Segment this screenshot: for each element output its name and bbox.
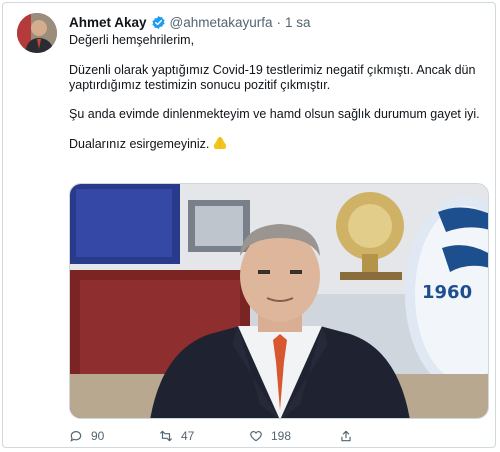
tweet-paragraph: Düzenli olarak yaptığımız Covid-19 testl… xyxy=(69,63,476,92)
praying-hands-icon xyxy=(212,136,228,154)
heart-icon xyxy=(250,431,262,442)
tweet-text: Değerli hemşehrilerim, Düzenli olarak ya… xyxy=(69,33,489,168)
verified-badge-icon xyxy=(151,15,166,30)
tweet-actions: 90 47 198 xyxy=(69,427,429,445)
tweet-paragraph: Değerli hemşehrilerim, xyxy=(69,33,195,47)
reply-button[interactable]: 90 xyxy=(69,429,159,443)
avatar[interactable] xyxy=(17,13,57,53)
retweet-icon xyxy=(160,430,172,442)
author-name[interactable]: Ahmet Akay xyxy=(69,15,147,30)
retweet-count: 47 xyxy=(181,429,195,443)
tweet-header: Ahmet Akay @ahmetakayurfa · 1 sa xyxy=(69,13,311,31)
like-count: 198 xyxy=(271,429,292,443)
author-handle[interactable]: @ahmetakayurfa xyxy=(170,15,273,30)
separator-dot: · xyxy=(276,14,282,30)
tweet-paragraph-text: Dualarınız esirgemeyiniz. xyxy=(69,137,210,151)
share-icon xyxy=(341,430,351,442)
tweet-timestamp[interactable]: 1 sa xyxy=(285,15,311,30)
tweet-paragraph: Şu anda evimde dinlenmekteyim ve hamd ol… xyxy=(69,107,480,121)
retweet-button[interactable]: 47 xyxy=(159,429,249,443)
like-button[interactable]: 198 xyxy=(249,429,339,443)
reply-count: 90 xyxy=(91,429,105,443)
reply-icon xyxy=(70,431,82,442)
tweet-photo[interactable]: 1960 xyxy=(69,183,489,419)
tweet-card: Ahmet Akay @ahmetakayurfa · 1 sa Değerli… xyxy=(2,2,496,448)
share-button[interactable] xyxy=(339,429,429,443)
plaque-year: 1960 xyxy=(422,282,472,303)
tweet-paragraph-last: Dualarınız esirgemeyiniz. xyxy=(69,136,489,154)
